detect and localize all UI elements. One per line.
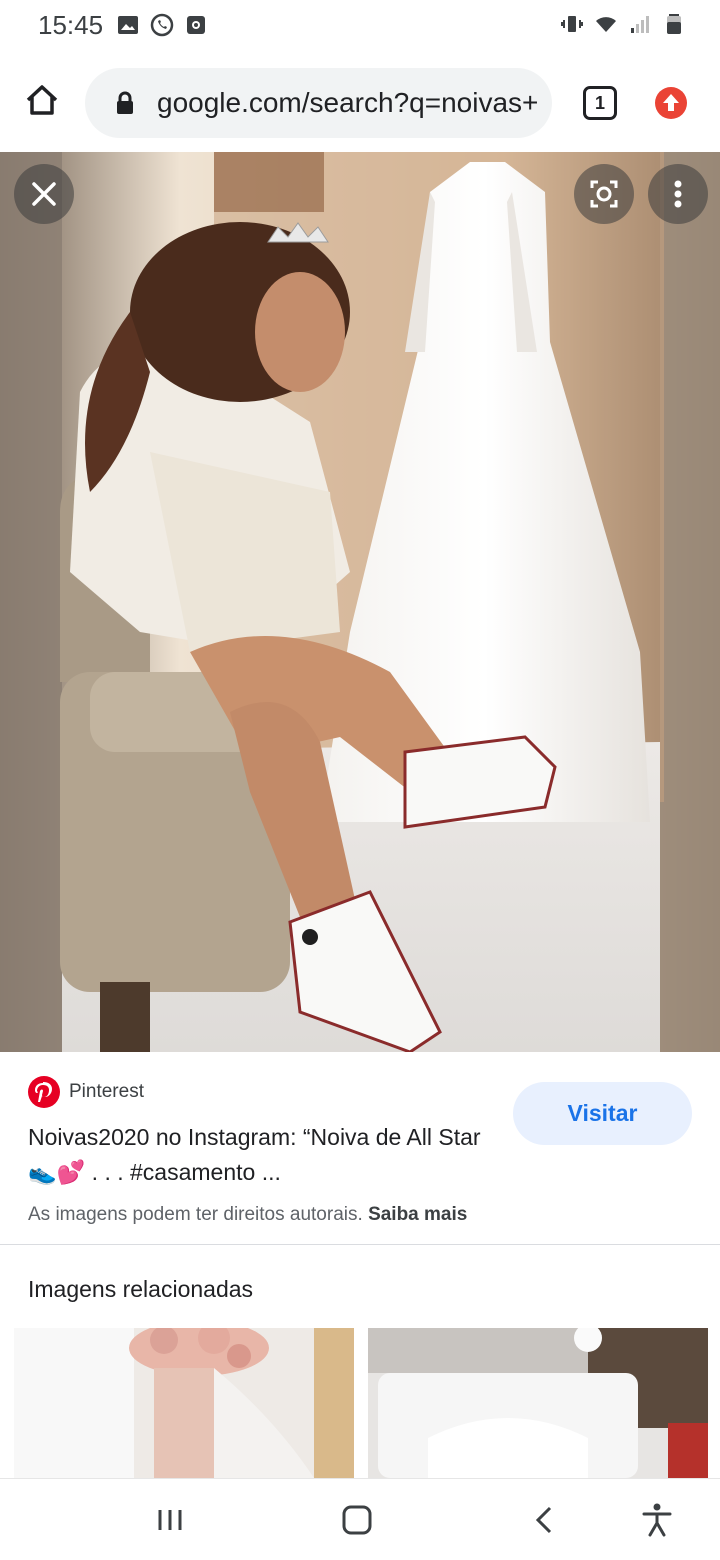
status-time: 15:45 bbox=[38, 10, 104, 40]
browser-toolbar: google.com/search?q=noivas+ 1 bbox=[0, 54, 720, 152]
pinterest-icon bbox=[28, 1076, 60, 1108]
visit-button[interactable]: Visitar bbox=[513, 1082, 692, 1145]
result-info: Pinterest Noivas2020 no Instagram: “Noiv… bbox=[0, 1052, 720, 1244]
vibrate-icon bbox=[561, 16, 583, 32]
whatsapp-icon bbox=[150, 13, 174, 37]
copyright-notice: As imagens podem ter direitos autorais. … bbox=[28, 1204, 467, 1226]
system-navigation-bar bbox=[0, 1478, 720, 1560]
image-icon bbox=[118, 16, 138, 34]
recent-apps-icon[interactable] bbox=[151, 1501, 189, 1539]
related-image-1 bbox=[14, 1328, 354, 1478]
battery-icon bbox=[667, 14, 681, 34]
more-options-button[interactable] bbox=[648, 164, 708, 224]
more-vert-icon bbox=[674, 180, 682, 208]
status-bar: 15:45 bbox=[0, 0, 720, 54]
source-row[interactable]: Pinterest bbox=[28, 1076, 144, 1108]
camera-notification-icon bbox=[187, 16, 205, 34]
google-lens-icon bbox=[590, 180, 618, 208]
tab-switcher-button[interactable]: 1 bbox=[583, 86, 617, 120]
home-icon[interactable] bbox=[22, 80, 62, 120]
source-name: Pinterest bbox=[69, 1081, 144, 1102]
notification-icons bbox=[116, 13, 208, 37]
divider bbox=[0, 1244, 720, 1245]
copyright-text: As imagens podem ter direitos autorais. bbox=[28, 1204, 363, 1225]
home-icon[interactable] bbox=[338, 1501, 376, 1539]
url-text: google.com/search?q=noivas+ bbox=[157, 87, 537, 118]
back-icon[interactable] bbox=[526, 1501, 564, 1539]
result-title[interactable]: Noivas2020 no Instagram: “Noiva de All S… bbox=[28, 1120, 508, 1190]
wifi-icon bbox=[596, 17, 616, 32]
learn-more-link[interactable]: Saiba mais bbox=[368, 1204, 467, 1225]
result-photo bbox=[0, 152, 720, 1052]
lock-icon bbox=[117, 91, 133, 114]
signal-icon bbox=[631, 16, 649, 33]
related-images-heading: Imagens relacionadas bbox=[28, 1276, 254, 1302]
close-button[interactable] bbox=[14, 164, 74, 224]
image-viewer[interactable] bbox=[0, 152, 720, 1052]
url-bar[interactable]: google.com/search?q=noivas+ bbox=[85, 68, 552, 138]
close-icon bbox=[32, 182, 56, 206]
update-icon[interactable] bbox=[654, 86, 688, 120]
google-lens-button[interactable] bbox=[574, 164, 634, 224]
accessibility-icon[interactable] bbox=[638, 1501, 676, 1539]
related-image-thumbnail[interactable] bbox=[14, 1328, 354, 1478]
related-image-thumbnail[interactable] bbox=[368, 1328, 708, 1478]
system-icons bbox=[560, 12, 686, 36]
related-image-2 bbox=[368, 1328, 708, 1478]
